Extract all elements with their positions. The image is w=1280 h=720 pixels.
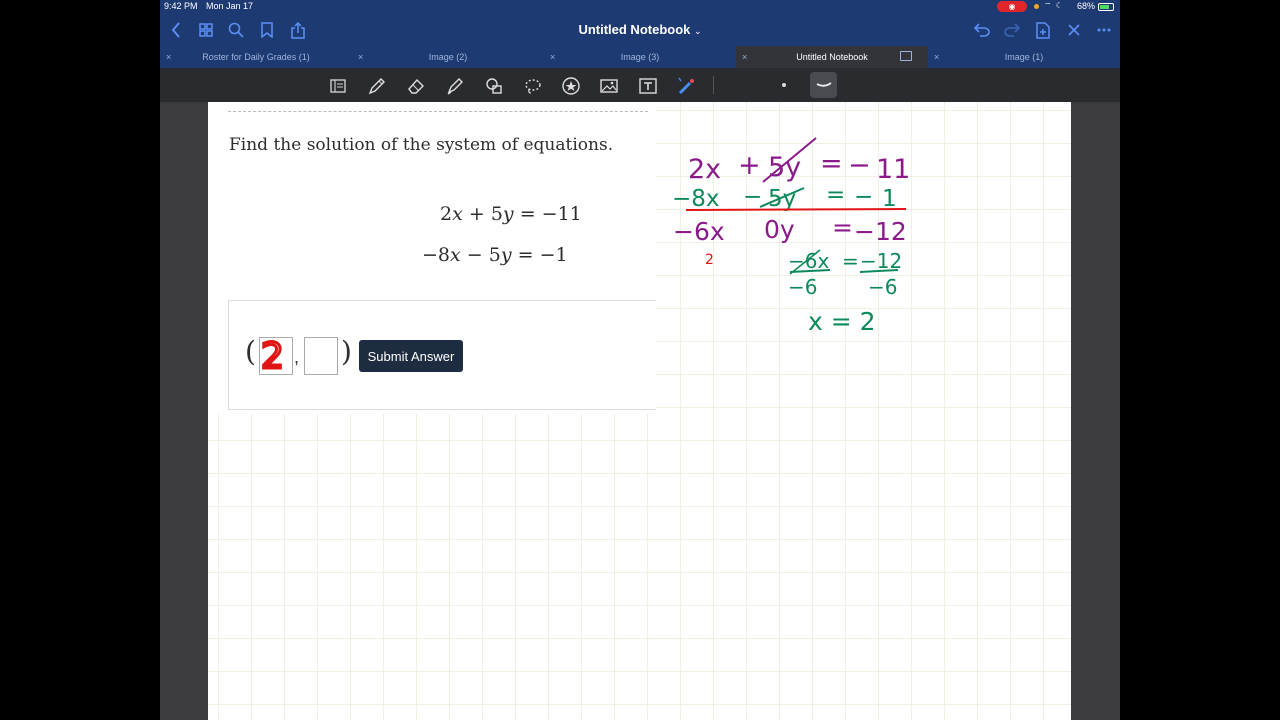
hw-l2-5y: 5y [768,186,796,212]
hw-l1-2x: 2x [688,154,721,185]
battery-icon [1098,3,1114,11]
tab-close-icon[interactable]: × [742,52,747,62]
tab-close-icon[interactable]: × [550,52,555,62]
hw-l1-plus: + [738,150,761,181]
hw-l2-eq: = [826,182,845,208]
toolbar-divider [713,76,714,94]
image-icon[interactable] [598,75,620,97]
nav-bar: Untitled Notebook ⌄ [160,14,1120,46]
tab-close-icon[interactable]: × [934,52,939,62]
undo-icon[interactable] [972,20,992,40]
hw-small-note: 2 [705,252,714,268]
hw-result: x = 2 [808,307,876,336]
notebook-title[interactable]: Untitled Notebook ⌄ [540,22,740,37]
chevron-down-icon: ⌄ [694,26,702,36]
screen-recording-icon[interactable]: ◉ [997,1,1027,12]
hw-l3-0y: 0y [764,215,795,244]
split-view-icon[interactable] [900,51,912,61]
more-icon[interactable] [1094,20,1114,40]
tab-label: Untitled Notebook [796,52,868,62]
tab-close-icon[interactable]: × [166,52,171,62]
red-answer-x: 2 [261,336,284,377]
battery-percent: 68% [1077,1,1096,11]
status-bar: 9:42 PM Mon Jan 17 ◉ ⌔ ☾ 68% [160,0,1120,14]
notebook-page[interactable]: Find the solution of the system of equat… [208,102,1071,720]
lasso-layout-icon[interactable] [327,75,349,97]
hw-l1-eq: = [820,148,843,179]
drawing-toolbar [160,68,1120,102]
tab-image-2[interactable]: × Image (2) [352,46,544,68]
mic-indicator-icon [1034,4,1039,9]
laser-pointer-icon[interactable] [675,75,697,97]
lasso-icon[interactable] [522,75,544,97]
grid-icon[interactable] [196,20,216,40]
status-time: 9:42 PM [164,1,198,11]
hw-l3-eq: = [832,213,853,242]
tab-label: Roster for Daily Grades (1) [202,52,310,62]
highlighter-icon[interactable] [444,75,466,97]
tab-image-1[interactable]: × Image (1) [928,46,1120,68]
tab-label: Image (2) [428,52,468,62]
tab-bar: × Roster for Daily Grades (1) × Image (2… [160,46,1120,68]
hw-div-den-right: −6 [868,275,897,299]
sum-line [685,208,907,211]
status-date: Mon Jan 17 [206,1,254,11]
hw-l3-6x: −6x [673,217,725,246]
tab-image-3[interactable]: × Image (3) [544,46,736,68]
tab-untitled-notebook[interactable]: × Untitled Notebook [736,46,928,68]
shapes-icon[interactable] [483,75,505,97]
handwriting-layer: 2 2x + 5y = − 11 −8x − 5y = − 1 −6x 0y =… [260,137,910,379]
sticker-icon[interactable] [560,75,582,97]
stroke-size-medium[interactable] [810,72,837,98]
ipad-screen: 9:42 PM Mon Jan 17 ◉ ⌔ ☾ 68% Untitled No… [160,0,1120,720]
tab-close-icon[interactable]: × [358,52,363,62]
tab-label: Image (1) [1004,52,1044,62]
stroke-size-small[interactable] [782,83,786,87]
redo-icon[interactable] [1002,20,1022,40]
pen-icon[interactable] [366,75,388,97]
hw-l3-12: −12 [854,217,907,246]
hw-l1-minus: − [848,150,871,181]
hw-l1-5y: 5y [768,152,801,183]
hw-l1-11: 11 [876,154,910,185]
bookmark-icon[interactable] [257,20,277,40]
search-icon[interactable] [226,20,246,40]
close-icon[interactable] [1064,20,1084,40]
add-page-icon[interactable] [1033,20,1053,40]
wifi-icon: ⌔ ☾ [1044,1,1064,10]
notebook-title-text: Untitled Notebook [578,22,691,37]
share-icon[interactable] [288,20,308,40]
hw-l2-8x: −8x [672,186,720,212]
hw-l2-minus2: − [854,184,873,210]
text-icon[interactable] [637,75,659,97]
eraser-icon[interactable] [405,75,427,97]
tab-label: Image (3) [620,52,660,62]
hw-div-den-left: −6 [788,275,817,299]
hw-div-eq: = [842,249,859,273]
hw-l2-minus: − [743,184,762,210]
back-icon[interactable] [166,20,186,40]
tab-roster[interactable]: × Roster for Daily Grades (1) [160,46,352,68]
